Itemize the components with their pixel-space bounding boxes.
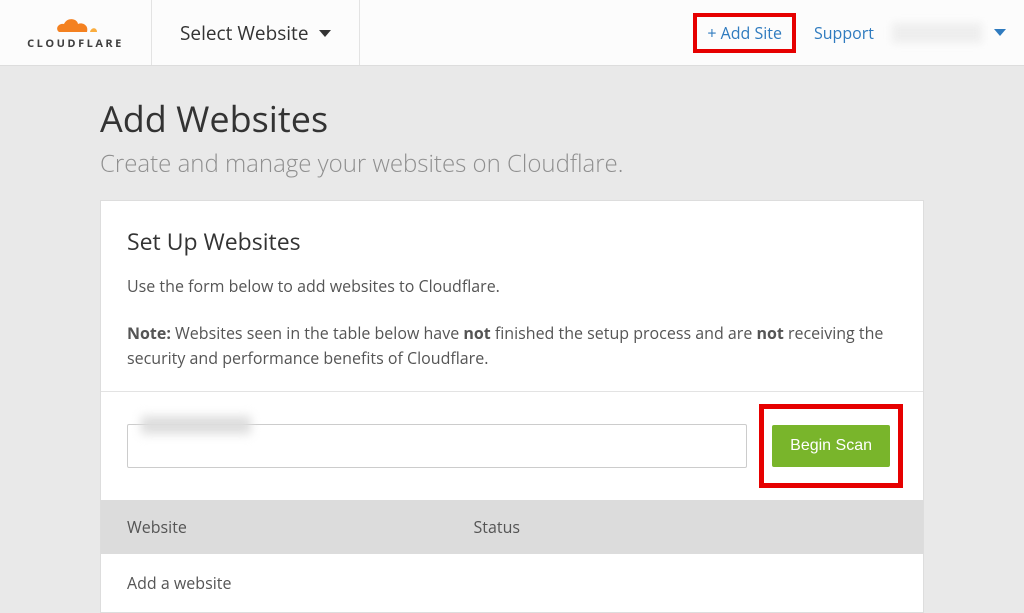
table-header: Website Status — [101, 500, 923, 554]
note-bold-2: not — [756, 322, 783, 344]
top-links: + Add Site Support — [693, 13, 1024, 53]
page-title: Add Websites — [100, 94, 924, 143]
support-link[interactable]: Support — [814, 22, 874, 44]
user-email-obscured — [892, 23, 982, 43]
main-content: Add Websites Create and manage your webs… — [0, 66, 1024, 613]
domain-input[interactable] — [127, 424, 747, 468]
cloud-icon — [47, 14, 103, 36]
caret-down-icon — [319, 30, 331, 37]
note-text-2: finished the setup process and are — [491, 322, 757, 344]
begin-scan-highlight: Begin Scan — [759, 404, 903, 488]
setup-card: Set Up Websites Use the form below to ad… — [100, 200, 924, 613]
note-text-1: Websites seen in the table below have — [171, 322, 463, 344]
table-empty-row: Add a website — [101, 554, 923, 612]
empty-row-text: Add a website — [127, 572, 231, 594]
user-account-dropdown[interactable] — [892, 23, 1006, 43]
column-header-status: Status — [474, 516, 898, 538]
website-selector-label: Select Website — [180, 20, 309, 46]
note-bold-1: not — [463, 322, 490, 344]
add-site-link[interactable]: + Add Site — [701, 14, 788, 52]
page-subtitle: Create and manage your websites on Cloud… — [100, 147, 924, 180]
website-selector-dropdown[interactable]: Select Website — [152, 0, 360, 65]
note-label: Note: — [127, 322, 171, 344]
logo-container: CLOUDFLARE — [0, 0, 152, 65]
add-site-highlight: + Add Site — [693, 13, 796, 53]
caret-down-icon — [994, 29, 1006, 36]
setup-note: Note: Websites seen in the table below h… — [127, 321, 897, 371]
logo-text: CLOUDFLARE — [27, 36, 124, 51]
card-body: Set Up Websites Use the form below to ad… — [101, 201, 923, 391]
setup-intro: Use the form below to add websites to Cl… — [127, 275, 897, 297]
setup-heading: Set Up Websites — [127, 225, 897, 257]
column-header-website: Website — [127, 516, 474, 538]
top-navigation: CLOUDFLARE Select Website + Add Site Sup… — [0, 0, 1024, 66]
begin-scan-button[interactable]: Begin Scan — [772, 425, 890, 467]
scan-row: Begin Scan — [101, 391, 923, 500]
cloudflare-logo[interactable]: CLOUDFLARE — [27, 14, 124, 51]
